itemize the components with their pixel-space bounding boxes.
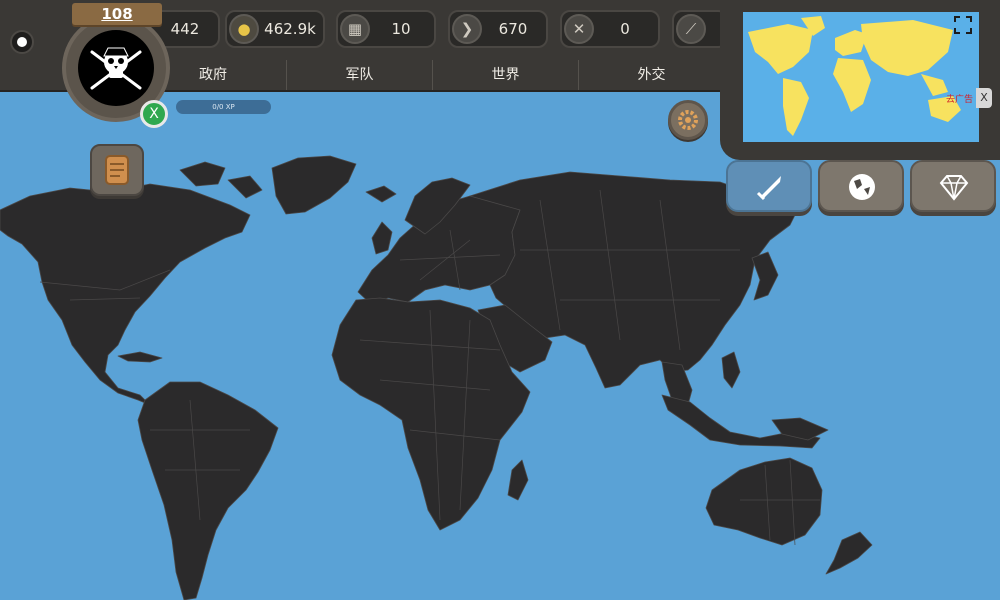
globe-icon [849, 174, 875, 200]
world-mode-button[interactable] [818, 160, 904, 212]
settings-button[interactable] [668, 100, 708, 140]
gear-icon [678, 110, 698, 130]
japan [751, 251, 779, 301]
player-level: 108 [72, 3, 162, 25]
tab-diplomacy[interactable]: 外交 [578, 60, 724, 90]
horn-icon: ❯ [452, 14, 482, 44]
tab-world[interactable]: 世界 [432, 60, 578, 90]
philippines [721, 351, 741, 389]
premium-mode-button[interactable] [910, 160, 996, 212]
expand-icon[interactable] [954, 16, 972, 34]
gold-value: 462.9k [264, 20, 316, 38]
sword-icon [756, 176, 781, 201]
horn-counter[interactable]: ❯ 670 [448, 10, 548, 48]
arctic-island-2 [227, 175, 263, 199]
building-icon: ▦ [340, 14, 370, 44]
greenland [271, 155, 357, 215]
close-badge-button[interactable]: X [140, 100, 168, 128]
xp-progress-bar: 0/0 XP [176, 100, 271, 114]
arctic-islands [179, 161, 226, 187]
building-counter[interactable]: ▦ 10 [336, 10, 436, 48]
battle-value: 0 [620, 20, 630, 38]
tab-army[interactable]: 军队 [286, 60, 432, 90]
north-america-landmass [0, 183, 251, 406]
scroll-icon [105, 155, 129, 185]
south-america-landmass [137, 381, 279, 600]
building-value: 10 [391, 20, 411, 38]
diamond-icon [939, 175, 969, 201]
sword-icon: ⟋ [676, 14, 706, 44]
new-zealand [825, 531, 873, 575]
menu-dot-button[interactable] [10, 30, 34, 54]
cuba [117, 351, 163, 363]
minimap[interactable] [743, 12, 979, 142]
attack-mode-button[interactable] [726, 160, 812, 212]
horn-value: 670 [498, 20, 528, 38]
crossed-swords-icon: ✕ [564, 14, 594, 44]
british-isles [371, 221, 393, 255]
australia-landmass [705, 457, 823, 546]
iceland [365, 185, 397, 203]
ad-close-button[interactable]: X [976, 88, 992, 108]
madagascar [507, 459, 529, 501]
pirate-flag-icon [78, 30, 154, 106]
population-value: 442 [170, 20, 200, 38]
minimap-world [748, 16, 961, 136]
gold-coins-icon: ● [229, 14, 259, 44]
gold-counter[interactable]: ● 462.9k [225, 10, 325, 48]
battle-counter[interactable]: ✕ 0 [560, 10, 660, 48]
quest-scroll-button[interactable] [90, 144, 144, 196]
remove-ads-label[interactable]: 去广告 [946, 92, 973, 105]
